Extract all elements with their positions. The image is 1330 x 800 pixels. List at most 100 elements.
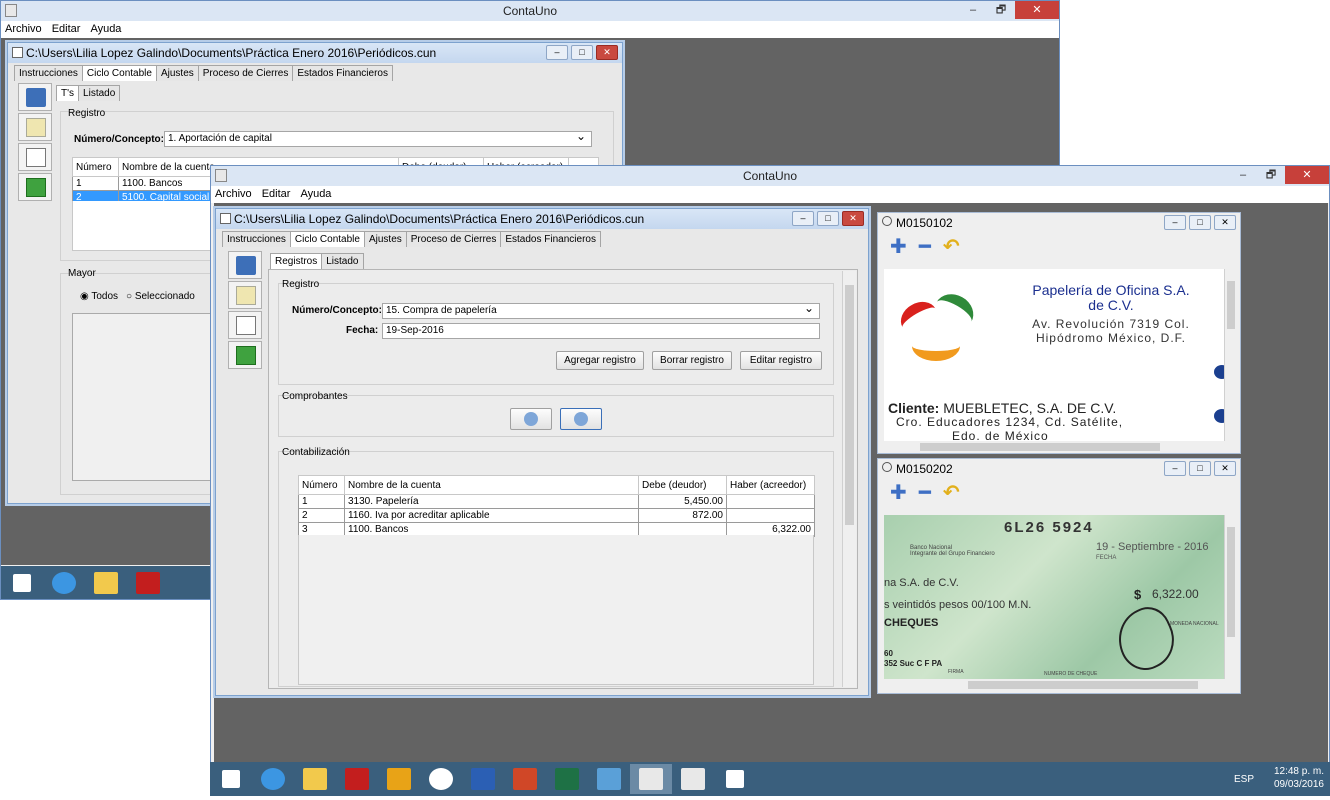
editar-registro-button[interactable]: Editar registro xyxy=(740,351,822,370)
viewer-minimize-button[interactable]: – xyxy=(1164,215,1186,230)
folder-button[interactable] xyxy=(228,251,262,279)
close-button[interactable]: ✕ xyxy=(1015,1,1059,19)
scroll-thumb[interactable] xyxy=(845,285,854,525)
tab-ts[interactable]: T's xyxy=(56,85,80,101)
menu-ayuda[interactable]: Ayuda xyxy=(90,21,121,38)
zoom-out-icon[interactable]: ━ xyxy=(919,237,931,257)
start-button[interactable] xyxy=(210,764,252,794)
doc-maximize-button[interactable]: □ xyxy=(817,211,839,226)
tab-estados-financieros[interactable]: Estados Financieros xyxy=(500,231,601,247)
tab-ciclo-contable[interactable]: Ciclo Contable xyxy=(289,231,365,247)
scroll-thumb[interactable] xyxy=(920,443,1160,451)
viewer-close-button[interactable]: ✕ xyxy=(1214,461,1236,476)
tab-listado[interactable]: Listado xyxy=(78,85,121,101)
menu-editar[interactable]: Editar xyxy=(262,186,291,203)
excel-button[interactable] xyxy=(546,764,588,794)
col-debe[interactable]: Debe (deudor) xyxy=(638,475,727,495)
menu-archivo[interactable]: Archivo xyxy=(5,21,42,38)
col-haber[interactable]: Haber (acreedor) xyxy=(726,475,815,495)
table-row[interactable]: 1 3130. Papelería 5,450.00 xyxy=(298,494,815,509)
clock-date[interactable]: 09/03/2016 xyxy=(1274,778,1324,791)
windows-app-button[interactable] xyxy=(714,764,756,794)
tab-instrucciones[interactable]: Instrucciones xyxy=(222,231,291,247)
radio-todos[interactable]: ◉ Todos xyxy=(80,291,118,302)
borrar-registro-button[interactable]: Borrar registro xyxy=(652,351,732,370)
col-numero[interactable]: Número xyxy=(298,475,345,495)
ie-button[interactable] xyxy=(252,764,294,794)
comprobante-1-button[interactable] xyxy=(510,408,552,430)
tab-registros[interactable]: Registros xyxy=(270,253,323,269)
explorer-button[interactable] xyxy=(85,568,127,598)
explorer-button[interactable] xyxy=(294,764,336,794)
scroll-thumb[interactable] xyxy=(1227,527,1235,637)
clock-time[interactable]: 12:48 p. m. xyxy=(1274,765,1324,778)
fecha-input[interactable]: 19-Sep-2016 xyxy=(382,323,820,339)
doc-maximize-button[interactable]: □ xyxy=(571,45,593,60)
radio-seleccionado[interactable]: ○ Seleccionado xyxy=(126,291,195,302)
java-button-2[interactable] xyxy=(672,764,714,794)
word-button[interactable] xyxy=(462,764,504,794)
agregar-registro-button[interactable]: Agregar registro xyxy=(556,351,644,370)
notepad-button[interactable] xyxy=(228,281,262,309)
start-button[interactable] xyxy=(1,568,43,598)
restore-button[interactable]: 🗗 xyxy=(987,1,1015,19)
doc-minimize-button[interactable]: – xyxy=(546,45,568,60)
book-button[interactable] xyxy=(18,173,52,201)
col-nombre[interactable]: Nombre de la cuenta xyxy=(344,475,639,495)
tab-listado[interactable]: Listado xyxy=(321,253,364,269)
concepto-select[interactable]: 1. Aportación de capital xyxy=(164,129,592,147)
viewer-minimize-button[interactable]: – xyxy=(1164,461,1186,476)
acrobat-button[interactable] xyxy=(127,568,169,598)
doc-close-button[interactable]: ✕ xyxy=(842,211,864,226)
col-numero[interactable]: Número xyxy=(72,157,119,177)
concepto-select[interactable]: 15. Compra de papelería xyxy=(382,301,820,319)
table-row[interactable]: 2 1160. Iva por acreditar aplicable 872.… xyxy=(298,508,815,523)
scroll-thumb[interactable] xyxy=(968,681,1198,689)
language-indicator[interactable]: ESP xyxy=(1234,773,1254,786)
menu-archivo[interactable]: Archivo xyxy=(215,186,252,203)
close-button[interactable]: ✕ xyxy=(1285,166,1329,184)
panel-scrollbar[interactable] xyxy=(842,271,856,687)
powerpoint-button[interactable] xyxy=(504,764,546,794)
menu-editar[interactable]: Editar xyxy=(52,21,81,38)
tab-ciclo-contable[interactable]: Ciclo Contable xyxy=(81,65,157,81)
viewer-hscroll[interactable] xyxy=(884,679,1224,691)
menu-ayuda[interactable]: Ayuda xyxy=(300,186,331,203)
java-button-1[interactable] xyxy=(630,764,672,794)
tab-instrucciones[interactable]: Instrucciones xyxy=(14,65,83,81)
tab-proceso-cierres[interactable]: Proceso de Cierres xyxy=(405,231,502,247)
page-button[interactable] xyxy=(18,143,52,171)
viewer-maximize-button[interactable]: □ xyxy=(1189,215,1211,230)
viewer-hscroll[interactable] xyxy=(884,441,1224,453)
restore-button[interactable]: 🗗 xyxy=(1257,166,1285,184)
reset-icon[interactable]: ↶ xyxy=(943,483,960,503)
viewer-maximize-button[interactable]: □ xyxy=(1189,461,1211,476)
tab-estados-financieros[interactable]: Estados Financieros xyxy=(292,65,393,81)
ie-button[interactable] xyxy=(43,568,85,598)
tab-ajustes[interactable]: Ajustes xyxy=(155,65,199,81)
viewer-close-button[interactable]: ✕ xyxy=(1214,215,1236,230)
minimize-button[interactable]: – xyxy=(1229,166,1257,184)
minimize-button[interactable]: – xyxy=(959,1,987,19)
page-button[interactable] xyxy=(228,311,262,339)
tab-ajustes[interactable]: Ajustes xyxy=(363,231,407,247)
sub-tabs: Registros Listado xyxy=(270,253,364,269)
book-button[interactable] xyxy=(228,341,262,369)
doc-minimize-button[interactable]: – xyxy=(792,211,814,226)
viewer-vscroll[interactable] xyxy=(1224,515,1236,679)
comprobante-2-button[interactable] xyxy=(560,408,602,430)
hp-button[interactable] xyxy=(420,764,462,794)
zoom-out-icon[interactable]: ━ xyxy=(919,483,931,503)
doc-close-button[interactable]: ✕ xyxy=(596,45,618,60)
zoom-in-icon[interactable]: ✚ xyxy=(890,483,907,503)
tab-proceso-cierres[interactable]: Proceso de Cierres xyxy=(197,65,294,81)
zoom-in-icon[interactable]: ✚ xyxy=(890,237,907,257)
reset-icon[interactable]: ↶ xyxy=(943,237,960,257)
outlook-button[interactable] xyxy=(378,764,420,794)
app-button[interactable] xyxy=(588,764,630,794)
notepad-button[interactable] xyxy=(18,113,52,141)
acrobat-button[interactable] xyxy=(336,764,378,794)
folder-button[interactable] xyxy=(18,83,52,111)
scroll-thumb[interactable] xyxy=(1227,281,1235,329)
viewer-vscroll[interactable] xyxy=(1224,269,1236,441)
